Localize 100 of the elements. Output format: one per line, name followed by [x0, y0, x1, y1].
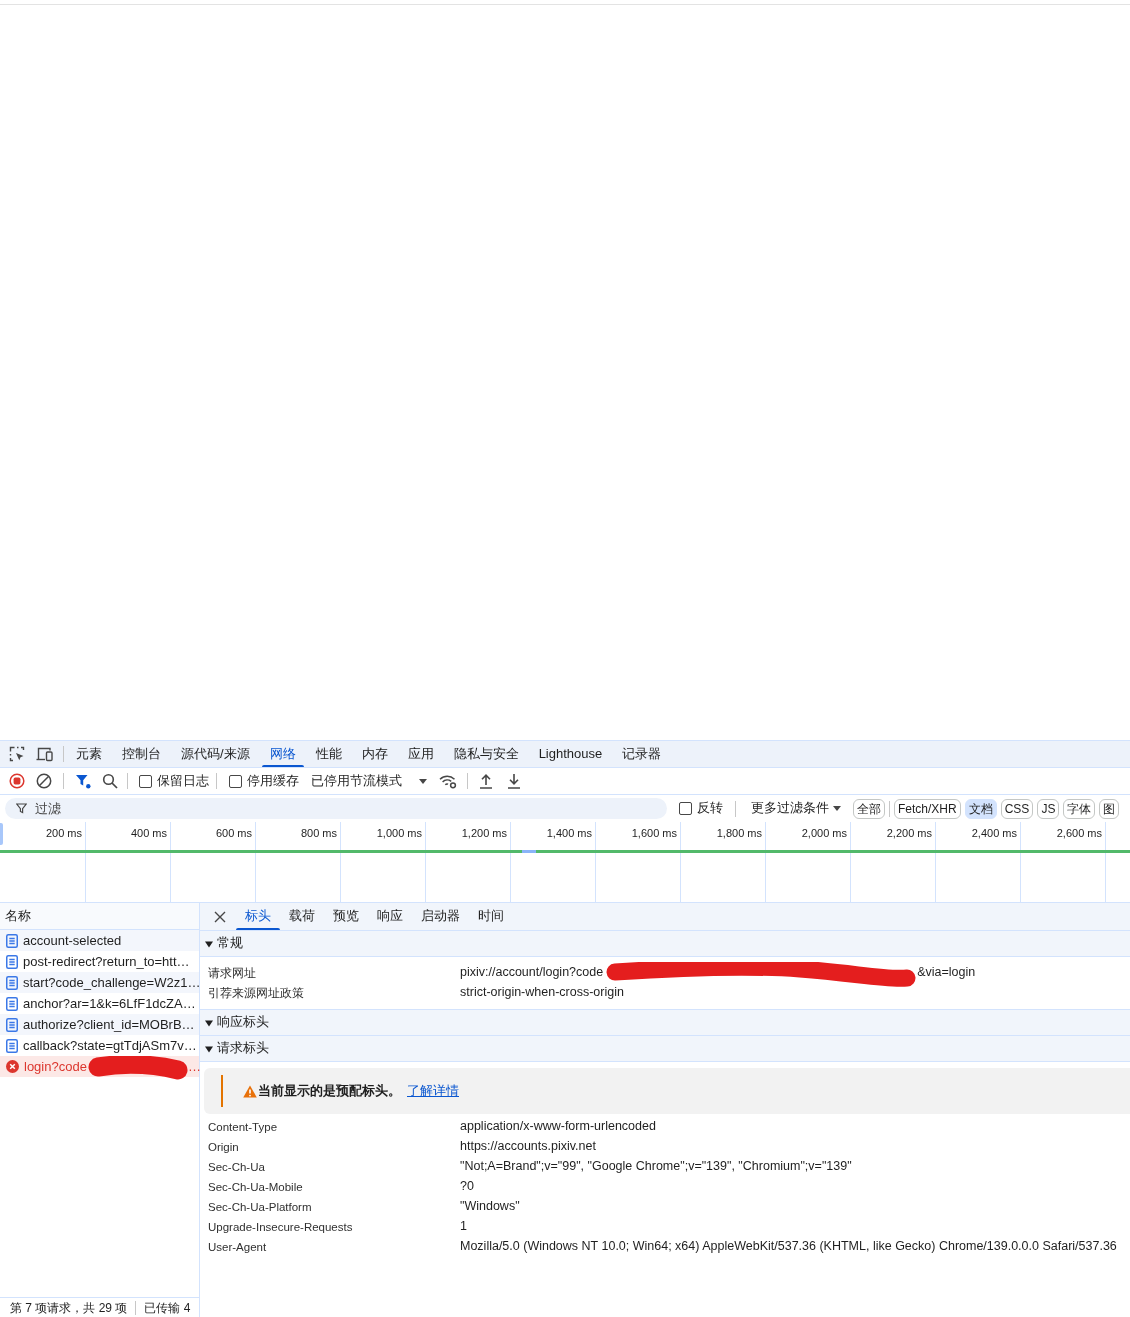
tick-label: 2,600 ms: [1056, 826, 1102, 840]
expanded-triangle-icon: [205, 939, 213, 948]
checkbox[interactable]: [679, 802, 692, 815]
request-row[interactable]: account-selected: [0, 930, 199, 951]
header-value: pixiv://account/login?code: [460, 963, 604, 981]
panel-tab[interactable]: 记录器: [612, 741, 672, 767]
header-name: Content-Type: [208, 1121, 278, 1133]
document-icon: [6, 996, 18, 1011]
header-name: Sec-Ch-Ua: [208, 1161, 265, 1173]
tick-label: 1,600 ms: [631, 826, 677, 840]
panel-tab[interactable]: 隐私与安全: [443, 741, 529, 767]
checkbox[interactable]: [229, 774, 242, 788]
close-icon[interactable]: [214, 910, 226, 923]
checkbox[interactable]: [139, 774, 152, 788]
panel-tab[interactable]: 性能: [305, 741, 352, 767]
header-name: User-Agent: [208, 1241, 267, 1253]
filter-chip[interactable]: 文档: [964, 798, 997, 819]
caret-icon: [833, 806, 841, 811]
learn-more-link[interactable]: 了解详情: [407, 1081, 459, 1101]
panel-tab[interactable]: 应用: [397, 741, 444, 767]
filter-chip[interactable]: JS: [1037, 798, 1060, 819]
more-filters-dropdown[interactable]: 更多过滤条件: [751, 799, 841, 818]
filter-field[interactable]: 过滤: [5, 798, 667, 819]
stop-recording-icon[interactable]: [9, 773, 25, 789]
panel-tab[interactable]: 元素: [66, 741, 112, 767]
column-header[interactable]: 名称: [0, 903, 199, 930]
detail-tab[interactable]: 标头: [236, 903, 280, 930]
error-icon: [6, 1060, 19, 1073]
panel-tab[interactable]: 源代码/来源: [171, 741, 260, 767]
header-name: 请求网址: [208, 967, 256, 979]
caret-icon: [419, 778, 427, 784]
tick-label: 1,200 ms: [461, 826, 507, 840]
document-icon: [6, 1038, 18, 1053]
checkbox-label[interactable]: 停用缓存: [247, 771, 299, 791]
checkbox-label[interactable]: 反转: [697, 799, 723, 818]
header-name: Origin: [208, 1141, 239, 1153]
detail-tab[interactable]: 载荷: [280, 903, 324, 930]
tick-label: 400 ms: [130, 826, 167, 840]
range-handle[interactable]: [0, 823, 3, 845]
accent-bar: [221, 1075, 223, 1107]
request-row[interactable]: start?code_challenge=W2z1…: [0, 972, 199, 993]
section-header[interactable]: 请求标头: [200, 1036, 1130, 1062]
header-value: "Windows": [460, 1197, 520, 1215]
tick-label: 1,800 ms: [716, 826, 762, 840]
panel-tab[interactable]: 控制台: [112, 741, 171, 767]
clear-icon[interactable]: [36, 773, 52, 789]
status-text: 已传输 4: [144, 1299, 191, 1317]
throttling-dropdown[interactable]: 已停用节流模式: [311, 771, 427, 791]
header-name: Sec-Ch-Ua-Mobile: [208, 1181, 303, 1193]
status-text: 第 7 项请求，共 29 项: [10, 1299, 128, 1317]
header-value: application/x-www-form-urlencoded: [460, 1117, 656, 1135]
warning-icon: [243, 1084, 257, 1098]
request-row[interactable]: login?code …: [0, 1056, 199, 1077]
detail-tab[interactable]: 响应: [368, 903, 412, 930]
tick-label: 2,000 ms: [801, 826, 847, 840]
header-name: 引荐来源网址政策: [208, 987, 304, 999]
funnel-icon: [16, 803, 27, 814]
tick-label: 2,400 ms: [971, 826, 1017, 840]
network-settings-icon[interactable]: [439, 773, 457, 789]
header-value: https://accounts.pixiv.net: [460, 1137, 596, 1155]
filter-chip[interactable]: 图: [1099, 798, 1120, 819]
document-icon: [6, 975, 18, 990]
section-header[interactable]: 响应标头: [200, 1010, 1130, 1036]
notice-text: 当前显示的是预配标头。: [258, 1082, 401, 1100]
tick-label: 1,400 ms: [546, 826, 592, 840]
expanded-triangle-icon: [205, 1044, 213, 1053]
upload-icon[interactable]: [479, 773, 493, 789]
download-icon[interactable]: [507, 773, 521, 789]
panel-tab[interactable]: 内存: [351, 741, 398, 767]
header-value: strict-origin-when-cross-origin: [460, 983, 624, 1001]
header-name: Upgrade-Insecure-Requests: [208, 1221, 353, 1233]
document-icon: [6, 1017, 18, 1032]
header-value: "Not;A=Brand";v="99", "Google Chrome";v="139", "Chromium";v="139": [460, 1157, 852, 1175]
request-row[interactable]: authorize?client_id=MOBrB…: [0, 1014, 199, 1035]
detail-tab[interactable]: 时间: [469, 903, 513, 930]
filter-chip[interactable]: 字体: [1063, 798, 1096, 819]
header-value: &via=login: [917, 963, 976, 981]
search-icon[interactable]: [102, 773, 118, 789]
header-name: Sec-Ch-Ua-Platform: [208, 1201, 312, 1213]
document-icon: [6, 954, 18, 969]
detail-tab[interactable]: 启动器: [412, 903, 469, 930]
expanded-triangle-icon: [205, 1018, 213, 1027]
filter-chip[interactable]: Fetch/XHR: [894, 798, 961, 819]
section-header[interactable]: 常规: [200, 931, 1130, 957]
panel-tab[interactable]: Lighthouse: [528, 741, 613, 767]
header-value: Mozilla/5.0 (Windows NT 10.0; Win64; x64) AppleWebKit/537.36 (KHTML, like Gecko) Chrome/139.0.0.0 Safari/537.36: [460, 1237, 1117, 1255]
filter-chip[interactable]: 全部: [853, 798, 885, 819]
header-value: 1: [460, 1217, 467, 1235]
header-value: ?0: [460, 1177, 474, 1195]
tick-label: 600 ms: [215, 826, 252, 840]
device-toolbar-icon[interactable]: [36, 746, 53, 762]
inspect-element-icon[interactable]: [9, 746, 25, 762]
panel-tab[interactable]: 网络: [259, 741, 306, 767]
filter-chip[interactable]: CSS: [1000, 798, 1034, 819]
detail-tab[interactable]: 预览: [324, 903, 368, 930]
checkbox-label[interactable]: 保留日志: [157, 771, 209, 791]
filter-icon[interactable]: [75, 773, 91, 789]
tick-label: 1,000 ms: [376, 826, 422, 840]
tick-label: 2,200 ms: [886, 826, 932, 840]
tick-label: 800 ms: [300, 826, 337, 840]
